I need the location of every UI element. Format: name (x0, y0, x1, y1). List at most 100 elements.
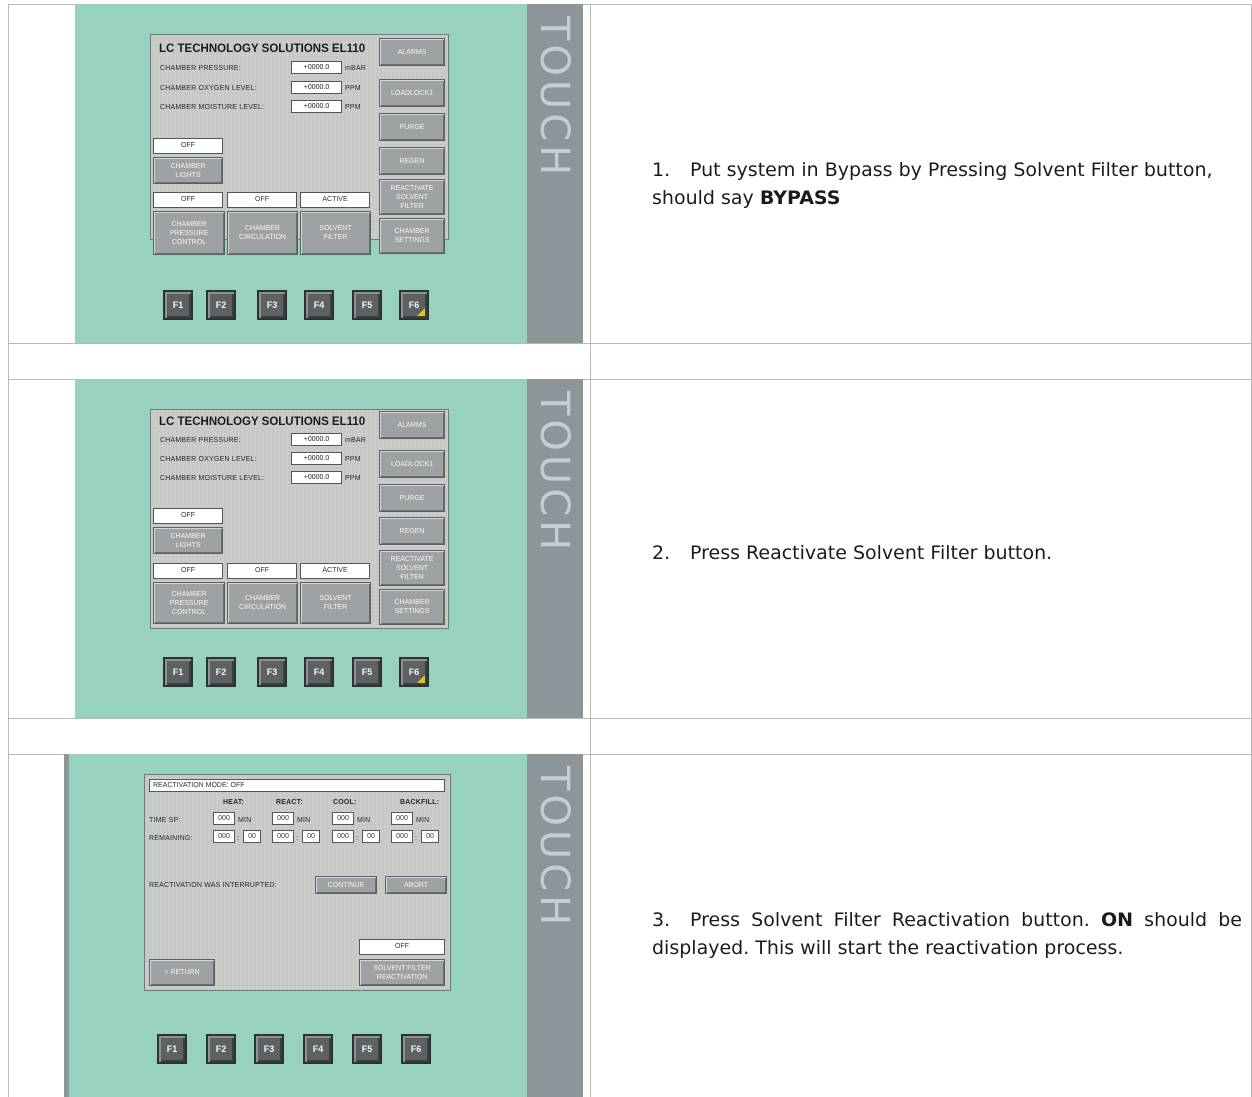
time-separator: : (237, 835, 240, 842)
solvent-filter-reactivation-button[interactable]: SOLVENT FILTER REACTIVATION (359, 959, 445, 986)
f1-key[interactable]: F1 (157, 1034, 187, 1064)
alarms-button[interactable]: ALARMS (379, 38, 445, 66)
solvent-filter-button[interactable]: SOLVENT FILTER (300, 582, 371, 624)
chamber-circulation-button[interactable]: CHAMBER CIRCULATION (227, 582, 298, 624)
abort-button[interactable]: ABORT (385, 876, 447, 894)
f1-key[interactable]: F1 (163, 290, 193, 320)
f2-key[interactable]: F2 (206, 290, 236, 320)
chamber-pressure-value: +0000.0 (291, 433, 342, 446)
chamber-settings-button[interactable]: CHAMBER SETTINGS (379, 589, 445, 625)
chamber-moisture-unit: PPM (345, 475, 361, 482)
reactivation-interrupted-label: REACTIVATION WAS INTERRUPTED: (149, 882, 277, 889)
cool-remaining-sec: 00 (362, 830, 380, 843)
purge-button[interactable]: PURGE (379, 113, 445, 141)
step-number: 1. (652, 159, 671, 181)
pressure-control-status: OFF (153, 192, 223, 208)
f4-key[interactable]: F4 (303, 1034, 333, 1064)
hmi-title: LC TECHNOLOGY SOLUTIONS EL110 (159, 43, 366, 55)
react-time-sp[interactable]: 000 (272, 812, 294, 825)
chamber-pressure-control-button[interactable]: CHAMBER PRESSURE CONTROL (153, 211, 225, 255)
hmi-title: LC TECHNOLOGY SOLUTIONS EL110 (159, 416, 366, 428)
f6-key[interactable]: F6 (401, 1034, 431, 1064)
f3-key[interactable]: F3 (254, 1034, 284, 1064)
f5-key[interactable]: F5 (352, 1034, 382, 1064)
cool-time-sp[interactable]: 000 (332, 812, 354, 825)
time-sp-label: TIME SP: (149, 817, 181, 824)
f3-key[interactable]: F3 (257, 657, 287, 687)
min-unit: MIN (297, 817, 311, 824)
f4-key[interactable]: F4 (304, 657, 334, 687)
f3-key[interactable]: F3 (257, 290, 287, 320)
react-header: REACT: (276, 799, 303, 806)
hmi-panel-screenshot-2: TOUCH LC TECHNOLOGY SOLUTIONS EL110 CHAM… (75, 379, 583, 718)
backfill-header: BACKFILL: (400, 799, 440, 806)
f4-key[interactable]: F4 (304, 290, 334, 320)
f6-key[interactable]: F6 (399, 290, 429, 320)
chamber-pressure-label: CHAMBER PRESSURE: (160, 65, 241, 72)
min-unit: MIN (238, 817, 252, 824)
chamber-circulation-button[interactable]: CHAMBER CIRCULATION (227, 211, 298, 255)
heat-time-sp[interactable]: 000 (213, 812, 235, 825)
touch-label: TOUCH (531, 391, 577, 555)
react-remaining-min: 000 (272, 830, 294, 843)
loadlock1-button[interactable]: LOADLOCK1 (379, 79, 445, 107)
touch-label: TOUCH (531, 766, 577, 930)
time-separator: : (356, 835, 359, 842)
backfill-time-sp[interactable]: 000 (391, 812, 413, 825)
cool-remaining-min: 000 (332, 830, 354, 843)
regen-button[interactable]: REGEN (379, 147, 445, 175)
step-number: 2. (652, 542, 671, 564)
time-separator: : (296, 835, 299, 842)
hmi-screen: LC TECHNOLOGY SOLUTIONS EL110 CHAMBER PR… (150, 409, 449, 629)
remaining-label: REMAINING: (149, 835, 193, 842)
chamber-pressure-unit: mBAR (345, 65, 367, 72)
f5-key[interactable]: F5 (352, 290, 382, 320)
chamber-lights-status: OFF (153, 138, 223, 154)
step-1-instruction: 1. Put system in Bypass by Pressing Solve… (652, 156, 1242, 212)
min-unit: MIN (357, 817, 371, 824)
chamber-pressure-control-button[interactable]: CHAMBER PRESSURE CONTROL (153, 582, 225, 624)
solvent-filter-button[interactable]: SOLVENT FILTER (300, 211, 371, 255)
f5-key[interactable]: F5 (352, 657, 382, 687)
return-button[interactable]: < RETURN (149, 959, 215, 986)
chamber-oxygen-unit: PPM (345, 456, 361, 463)
chamber-settings-button[interactable]: CHAMBER SETTINGS (379, 218, 445, 254)
chamber-oxygen-value: +0000.0 (291, 452, 342, 465)
loadlock1-button[interactable]: LOADLOCK1 (379, 450, 445, 478)
react-remaining-sec: 00 (302, 830, 320, 843)
touch-label: TOUCH (531, 16, 577, 180)
f2-key[interactable]: F2 (206, 1034, 236, 1064)
f6-corner-marker (417, 675, 425, 683)
reactivate-solvent-filter-button[interactable]: REACTIVATE SOLVENT FILTER (379, 179, 445, 215)
purge-button[interactable]: PURGE (379, 484, 445, 512)
heat-remaining-sec: 00 (243, 830, 261, 843)
time-separator: : (415, 835, 418, 842)
regen-button[interactable]: REGEN (379, 517, 445, 545)
min-unit: MIN (416, 817, 430, 824)
f2-key[interactable]: F2 (206, 657, 236, 687)
alarms-button[interactable]: ALARMS (379, 411, 445, 439)
chamber-oxygen-label: CHAMBER OXYGEN LEVEL: (160, 456, 257, 463)
step-2-instruction: 2. Press Reactivate Solvent Filter button… (652, 539, 1242, 567)
step-3-instruction: 3. Press Solvent Filter Reactivation butt… (652, 906, 1242, 962)
chamber-moisture-label: CHAMBER MOISTURE LEVEL: (160, 104, 265, 111)
f6-key[interactable]: F6 (399, 657, 429, 687)
continue-button[interactable]: CONTINUE (315, 876, 377, 894)
chamber-lights-button[interactable]: CHAMBER LIGHTS (153, 527, 223, 554)
f1-key[interactable]: F1 (163, 657, 193, 687)
chamber-lights-button[interactable]: CHAMBER LIGHTS (153, 157, 223, 184)
chamber-lights-status: OFF (153, 508, 223, 524)
chamber-oxygen-label: CHAMBER OXYGEN LEVEL: (160, 85, 257, 92)
reactivate-solvent-filter-button[interactable]: REACTIVATE SOLVENT FILTER (379, 550, 445, 586)
solvent-filter-status: ACTIVE (300, 192, 370, 208)
chamber-moisture-value: +0000.0 (291, 100, 342, 113)
backfill-remaining-sec: 00 (421, 830, 439, 843)
cool-header: COOL: (333, 799, 357, 806)
pressure-control-status: OFF (153, 563, 223, 579)
solvent-filter-status: ACTIVE (300, 563, 370, 579)
heat-header: HEAT: (223, 799, 245, 806)
reactivation-mode-display: REACTIVATION MODE: OFF (149, 779, 445, 792)
heat-remaining-min: 000 (213, 830, 235, 843)
chamber-pressure-unit: mBAR (345, 437, 367, 444)
solvent-filter-reactivation-status: OFF (359, 939, 445, 955)
